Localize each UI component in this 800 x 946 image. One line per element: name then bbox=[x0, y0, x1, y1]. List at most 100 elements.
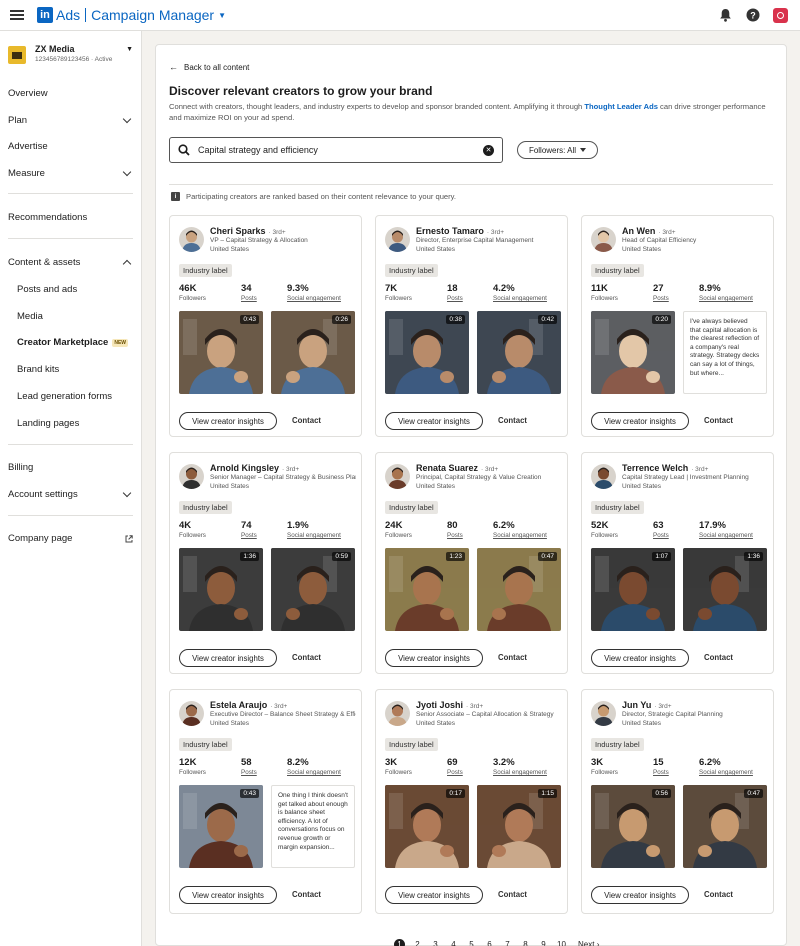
post-text-preview[interactable]: I've always believed that capital alloca… bbox=[683, 311, 767, 394]
view-creator-insights-button[interactable]: View creator insights bbox=[385, 412, 483, 430]
sidebar-item-content-assets[interactable]: Content & assets bbox=[8, 257, 133, 269]
page-9-button[interactable]: 9 bbox=[538, 939, 549, 946]
contact-button[interactable]: Contact bbox=[498, 416, 527, 425]
engagement-label[interactable]: Social engagement bbox=[287, 295, 341, 302]
engagement-label[interactable]: Social engagement bbox=[493, 295, 547, 302]
avatar[interactable] bbox=[179, 701, 204, 726]
next-page-button[interactable]: Next › bbox=[578, 940, 599, 946]
creator-name[interactable]: Jyoti Joshi · 3rd+ bbox=[416, 700, 483, 710]
caret-down-icon[interactable]: ▼ bbox=[126, 46, 133, 53]
page-4-button[interactable]: 4 bbox=[448, 939, 459, 946]
avatar[interactable] bbox=[179, 227, 204, 252]
posts-label[interactable]: Posts bbox=[653, 295, 669, 302]
creator-name[interactable]: An Wen · 3rd+ bbox=[622, 226, 676, 236]
engagement-label[interactable]: Social engagement bbox=[493, 769, 547, 776]
video-thumbnail[interactable]: 0:42 bbox=[477, 311, 561, 394]
posts-label[interactable]: Posts bbox=[653, 532, 669, 539]
page-6-button[interactable]: 6 bbox=[484, 939, 495, 946]
sidebar-item-posts-ads[interactable]: Posts and ads bbox=[17, 284, 133, 295]
account-switcher[interactable]: ZX Media 123456789123456 · Active ▼ bbox=[0, 31, 141, 74]
chevron-down-icon[interactable]: ▼ bbox=[218, 11, 226, 20]
avatar[interactable] bbox=[385, 464, 410, 489]
sidebar-item-recommendations[interactable]: Recommendations bbox=[8, 212, 133, 223]
sidebar-item-plan[interactable]: Plan bbox=[8, 114, 133, 126]
video-thumbnail[interactable]: 0:47 bbox=[477, 548, 561, 631]
creator-name[interactable]: Terrence Welch · 3rd+ bbox=[622, 463, 708, 473]
page-10-button[interactable]: 10 bbox=[556, 939, 567, 946]
video-thumbnail[interactable]: 0:43 bbox=[179, 785, 263, 868]
video-thumbnail[interactable]: 0:17 bbox=[385, 785, 469, 868]
view-creator-insights-button[interactable]: View creator insights bbox=[179, 649, 277, 667]
avatar[interactable] bbox=[591, 227, 616, 252]
back-link[interactable]: ← Back to all content bbox=[169, 62, 249, 72]
sidebar-item-landing-pages[interactable]: Landing pages bbox=[17, 418, 133, 429]
video-thumbnail[interactable]: 0:47 bbox=[683, 785, 767, 868]
contact-button[interactable]: Contact bbox=[292, 890, 321, 899]
view-creator-insights-button[interactable]: View creator insights bbox=[385, 886, 483, 904]
contact-button[interactable]: Contact bbox=[704, 890, 733, 899]
engagement-label[interactable]: Social engagement bbox=[699, 295, 753, 302]
video-thumbnail[interactable]: 1:36 bbox=[179, 548, 263, 631]
posts-label[interactable]: Posts bbox=[241, 532, 257, 539]
video-thumbnail[interactable]: 1:07 bbox=[591, 548, 675, 631]
contact-button[interactable]: Contact bbox=[292, 653, 321, 662]
video-thumbnail[interactable]: 1:15 bbox=[477, 785, 561, 868]
posts-label[interactable]: Posts bbox=[241, 295, 257, 302]
page-7-button[interactable]: 7 bbox=[502, 939, 513, 946]
sidebar-item-brand-kits[interactable]: Brand kits bbox=[17, 364, 133, 375]
page-3-button[interactable]: 3 bbox=[430, 939, 441, 946]
contact-button[interactable]: Contact bbox=[704, 653, 733, 662]
sidebar-item-company-page[interactable]: Company page bbox=[8, 533, 133, 544]
posts-label[interactable]: Posts bbox=[447, 295, 463, 302]
avatar[interactable] bbox=[591, 701, 616, 726]
sidebar-item-billing[interactable]: Billing bbox=[8, 462, 133, 473]
engagement-label[interactable]: Social engagement bbox=[287, 769, 341, 776]
video-thumbnail[interactable]: 1:23 bbox=[385, 548, 469, 631]
contact-button[interactable]: Contact bbox=[704, 416, 733, 425]
view-creator-insights-button[interactable]: View creator insights bbox=[179, 886, 277, 904]
video-thumbnail[interactable]: 0:59 bbox=[271, 548, 355, 631]
sidebar-item-media[interactable]: Media bbox=[17, 311, 133, 322]
search-input[interactable]: Capital strategy and efficiency ✕ bbox=[169, 137, 503, 163]
posts-label[interactable]: Posts bbox=[447, 769, 463, 776]
contact-button[interactable]: Contact bbox=[292, 416, 321, 425]
video-thumbnail[interactable]: 0:56 bbox=[591, 785, 675, 868]
creator-name[interactable]: Ernesto Tamaro · 3rd+ bbox=[416, 226, 504, 236]
avatar[interactable] bbox=[385, 701, 410, 726]
creator-name[interactable]: Arnold Kingsley · 3rd+ bbox=[210, 463, 299, 473]
creator-name[interactable]: Jun Yu · 3rd+ bbox=[622, 700, 672, 710]
help-icon[interactable]: ? bbox=[745, 7, 761, 23]
engagement-label[interactable]: Social engagement bbox=[699, 532, 753, 539]
profile-icon[interactable] bbox=[773, 7, 788, 23]
page-5-button[interactable]: 5 bbox=[466, 939, 477, 946]
sidebar-item-advertise[interactable]: Advertise bbox=[8, 141, 133, 152]
clear-search-icon[interactable]: ✕ bbox=[483, 144, 494, 156]
posts-label[interactable]: Posts bbox=[241, 769, 257, 776]
avatar[interactable] bbox=[179, 464, 204, 489]
menu-icon[interactable] bbox=[10, 10, 24, 20]
view-creator-insights-button[interactable]: View creator insights bbox=[385, 649, 483, 667]
sidebar-item-overview[interactable]: Overview bbox=[8, 88, 133, 99]
engagement-label[interactable]: Social engagement bbox=[287, 532, 341, 539]
video-thumbnail[interactable]: 0:38 bbox=[385, 311, 469, 394]
video-thumbnail[interactable]: 1:36 bbox=[683, 548, 767, 631]
creator-name[interactable]: Renata Suarez · 3rd+ bbox=[416, 463, 498, 473]
page-8-button[interactable]: 8 bbox=[520, 939, 531, 946]
creator-name[interactable]: Estela Araujo · 3rd+ bbox=[210, 700, 287, 710]
page-2-button[interactable]: 2 bbox=[412, 939, 423, 946]
avatar[interactable] bbox=[591, 464, 616, 489]
view-creator-insights-button[interactable]: View creator insights bbox=[591, 412, 689, 430]
sidebar-item-lead-forms[interactable]: Lead generation forms bbox=[17, 391, 133, 402]
view-creator-insights-button[interactable]: View creator insights bbox=[591, 886, 689, 904]
sidebar-item-measure[interactable]: Measure bbox=[8, 167, 133, 179]
followers-filter-button[interactable]: Followers: All bbox=[517, 141, 598, 159]
app-brand[interactable]: in Ads Campaign Manager ▼ bbox=[37, 7, 226, 23]
thought-leader-ads-link[interactable]: Thought Leader Ads bbox=[584, 102, 658, 111]
posts-label[interactable]: Posts bbox=[653, 769, 669, 776]
contact-button[interactable]: Contact bbox=[498, 653, 527, 662]
engagement-label[interactable]: Social engagement bbox=[493, 532, 547, 539]
contact-button[interactable]: Contact bbox=[498, 890, 527, 899]
engagement-label[interactable]: Social engagement bbox=[699, 769, 753, 776]
sidebar-item-account-settings[interactable]: Account settings bbox=[8, 488, 133, 500]
avatar[interactable] bbox=[385, 227, 410, 252]
